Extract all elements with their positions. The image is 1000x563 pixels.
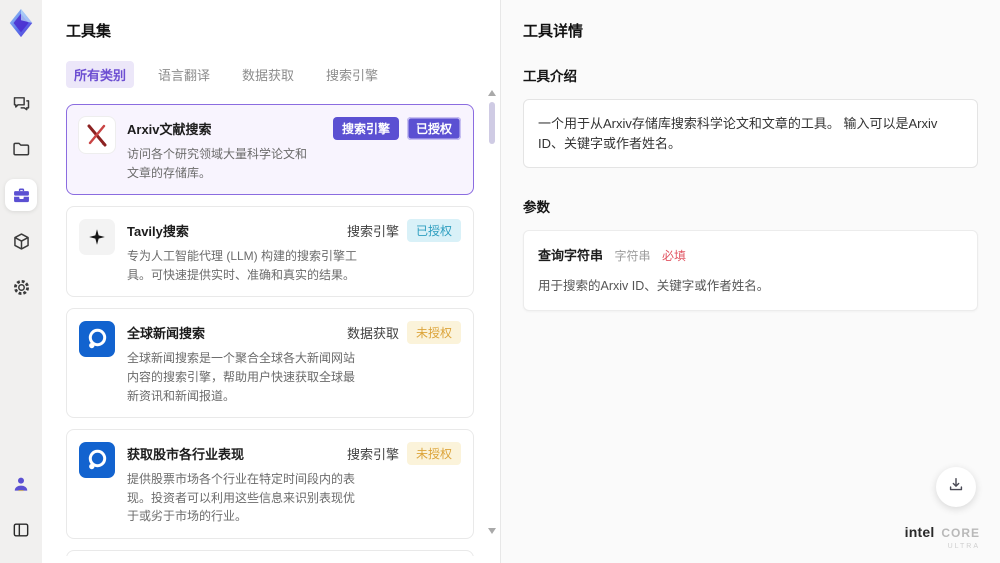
intel-core-logo: intel CORE ULTRA [905,524,980,551]
tool-name: 获取股市各行业表现 [127,447,245,463]
tool-description: 专为人工智能代理 (LLM) 构建的搜索引擎工具。可快速提供实时、准确和真实的结… [127,249,358,282]
download-button[interactable] [936,467,976,507]
scroll-up-arrow-icon[interactable] [488,90,496,96]
news-search-logo-icon [79,442,115,479]
tool-name: Tavily搜索 [127,224,189,240]
list-scrollbar[interactable] [487,90,497,552]
sidebar-item-tools[interactable] [5,179,37,211]
auth-status-badge: 已授权 [406,117,461,140]
page-title: 工具集 [66,23,112,40]
category-label: 搜索引擎 [346,447,399,463]
scrollbar-thumb[interactable] [489,102,495,144]
category-label: 数据获取 [346,326,399,342]
param-name: 查询字符串 [538,248,604,263]
category-label: 搜索引擎 [346,224,399,240]
tool-description: 访问各个研究领域大量科学论文和文章的存储库。 [127,147,308,180]
app-logo-icon [6,8,36,38]
tool-card-arxiv[interactable]: Arxiv文献搜索 访问各个研究领域大量科学论文和文章的存储库。 搜索引擎 已授… [66,104,474,196]
panel-layout-icon [11,520,31,540]
param-description: 用于搜索的Arxiv ID、关键字或作者姓名。 [538,279,770,293]
tool-card-list: Arxiv文献搜索 访问各个研究领域大量科学论文和文章的存储库。 搜索引擎 已授… [66,104,490,556]
auth-status-badge: 已授权 [406,219,461,243]
sidebar-item-packages[interactable] [5,225,37,257]
sidebar-item-settings[interactable] [5,271,37,303]
briefcase-icon [11,185,32,206]
tool-name: Arxiv文献搜索 [127,122,212,137]
app-window: 工具集 所有类别 语言翻译 数据获取 搜索引擎 Arxiv文献搜索 访问各个研究… [0,0,1000,563]
detail-title: 工具详情 [523,23,584,40]
tab-all-categories[interactable]: 所有类别 [66,61,135,88]
gear-icon [11,277,32,298]
download-icon [946,475,966,500]
brand-core: CORE [941,525,980,540]
tool-description: 全球新闻搜索是一个聚合全球各大新闻网站内容的搜索引擎，帮助用户快速获取全球最新资… [127,351,356,403]
sidebar-item-files[interactable] [5,133,37,165]
sidebar-item-chat[interactable] [5,87,37,119]
intro-heading: 工具介绍 [523,69,577,84]
tab-search-engine[interactable]: 搜索引擎 [318,61,386,88]
tool-list-panel: 工具集 所有类别 语言翻译 数据获取 搜索引擎 Arxiv文献搜索 访问各个研究… [42,0,500,563]
tool-card-sector-performance[interactable]: 获取股市各行业表现 提供股票市场各个行业在特定时间段内的表现。投资者可以利用这些… [66,429,474,539]
category-badge: 搜索引擎 [332,117,399,140]
brand-ultra: ULTRA [947,543,980,551]
cube-icon [11,231,32,252]
news-search-logo-icon [79,321,115,358]
tool-name: 全球新闻搜索 [127,326,206,342]
folder-icon [11,139,32,160]
tab-data-acquisition[interactable]: 数据获取 [234,61,302,88]
tool-card-global-news[interactable]: 全球新闻搜索 全球新闻搜索是一个聚合全球各大新闻网站内容的搜索引擎，帮助用户快速… [66,308,474,419]
sidebar-item-collapse-panel[interactable] [5,514,37,546]
tool-detail-panel: 工具详情 工具介绍 一个用于从Arxiv存储库搜索科学论文和文章的工具。 输入可… [500,0,1000,563]
tool-intro-text: 一个用于从Arxiv存储库搜索科学论文和文章的工具。 输入可以是Arxiv ID… [523,99,978,168]
user-avatar-icon [11,474,31,494]
sidebar [0,0,42,563]
param-required-flag: 必填 [661,249,686,263]
tool-description: 提供股票市场各个行业在特定时间段内的表现。投资者可以利用这些信息来识别表现优于或… [127,472,356,524]
tool-card-active-stocks[interactable]: 获取市场最活跃股票信息 提供当天交易量最高的股票列表，投资者可以利用这些信息来识… [66,549,474,556]
tool-card-tavily[interactable]: Tavily搜索 专为人工智能代理 (LLM) 构建的搜索引擎工具。可快速提供实… [66,206,474,298]
parameter-card: 查询字符串 字符串 必填 用于搜索的Arxiv ID、关键字或作者姓名。 [523,230,978,311]
arxiv-logo-icon [79,117,115,153]
param-type: 字符串 [614,249,651,263]
chat-icon [11,93,32,114]
auth-status-badge: 未授权 [406,321,461,345]
auth-status-badge: 未授权 [406,442,461,466]
sidebar-item-account[interactable] [5,468,37,500]
params-heading: 参数 [523,200,550,215]
category-tabs: 所有类别 语言翻译 数据获取 搜索引擎 [66,61,490,88]
brand-intel: intel [904,523,935,540]
sparkle-logo-icon [79,219,115,256]
tab-language-translation[interactable]: 语言翻译 [150,61,218,88]
scroll-down-arrow-icon[interactable] [488,528,496,534]
